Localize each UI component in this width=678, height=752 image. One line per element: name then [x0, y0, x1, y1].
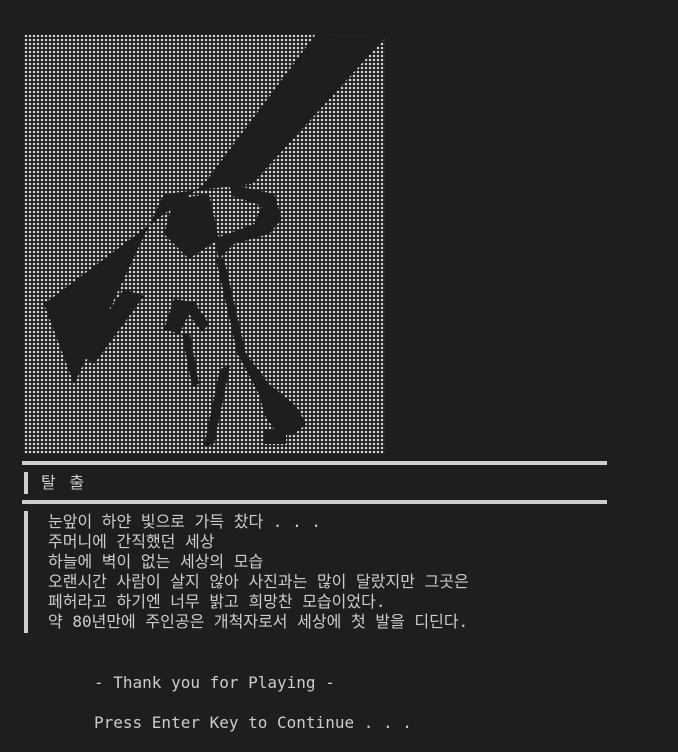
story-line: 하늘에 벽이 없는 세상의 모습: [48, 552, 264, 571]
dot-art-canvas: [24, 34, 385, 454]
story-line: 주머니에 간직했던 세상: [48, 532, 215, 551]
story-line: 오랜시간 사람이 살지 않아 사진과는 많이 달랐지만 그곳은: [48, 572, 469, 591]
continue-prompt[interactable]: Press Enter Key to Continue . . .: [94, 713, 412, 733]
story-line: 페허라고 하기엔 너무 밝고 희망찬 모습이었다.: [48, 592, 386, 611]
top-divider: [22, 461, 607, 465]
story-text: 눈앞이 하얀 빛으로 가득 찼다 . . . 주머니에 간직했던 세상 하늘에 …: [48, 512, 469, 632]
ascii-art-escape-illustration: [24, 34, 385, 454]
story-line: 눈앞이 하얀 빛으로 가득 찼다 . . .: [48, 512, 321, 531]
bottom-divider: [22, 500, 607, 504]
story-left-bar: [24, 511, 28, 633]
chapter-title: 탈 출: [41, 473, 87, 492]
title-left-bar: [24, 472, 28, 494]
story-line: 약 80년만에 주인공은 개척자로서 세상에 첫 발을 디딘다.: [48, 612, 469, 631]
thanks-message: - Thank you for Playing -: [94, 673, 335, 692]
